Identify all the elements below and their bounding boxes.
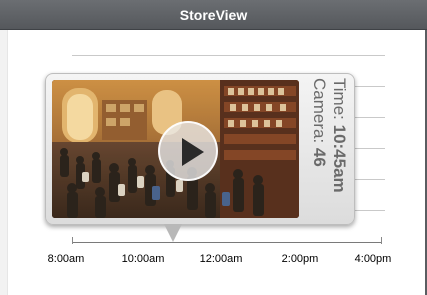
timeline-axis-start-tick [72,237,73,244]
video-info-panel: Time: 10:45am Camera: 46 [303,78,349,220]
camera-row: Camera: 46 [309,78,329,220]
grid-line [352,86,385,87]
play-button[interactable] [158,121,218,181]
grid-line [352,117,385,118]
window-frame-left [0,30,8,295]
tick-label-4pm: 4:00pm [354,253,392,265]
grid-line [72,55,385,56]
tick-label-8am: 8:00am [47,253,85,265]
grid-line [352,148,385,149]
title-bar: StoreView [0,0,427,30]
tick-label-12am: 12:00am [199,253,243,265]
time-row: Time: 10:45am [329,78,349,220]
camera-value: 46 [310,147,329,167]
time-value: 10:45am [330,124,349,193]
time-label: Time: [330,78,349,120]
camera-label: Camera: [310,78,329,144]
tick-label-2pm: 2:00pm [281,253,319,265]
grid-line [352,179,385,180]
window-title: StoreView [179,7,248,23]
grid-line [352,210,385,211]
tick-label-10am: 10:00am [121,253,165,265]
timeline-axis-end-tick [381,237,382,244]
timeline-axis[interactable] [72,242,382,243]
card-pointer [164,224,182,242]
play-icon [182,138,204,166]
